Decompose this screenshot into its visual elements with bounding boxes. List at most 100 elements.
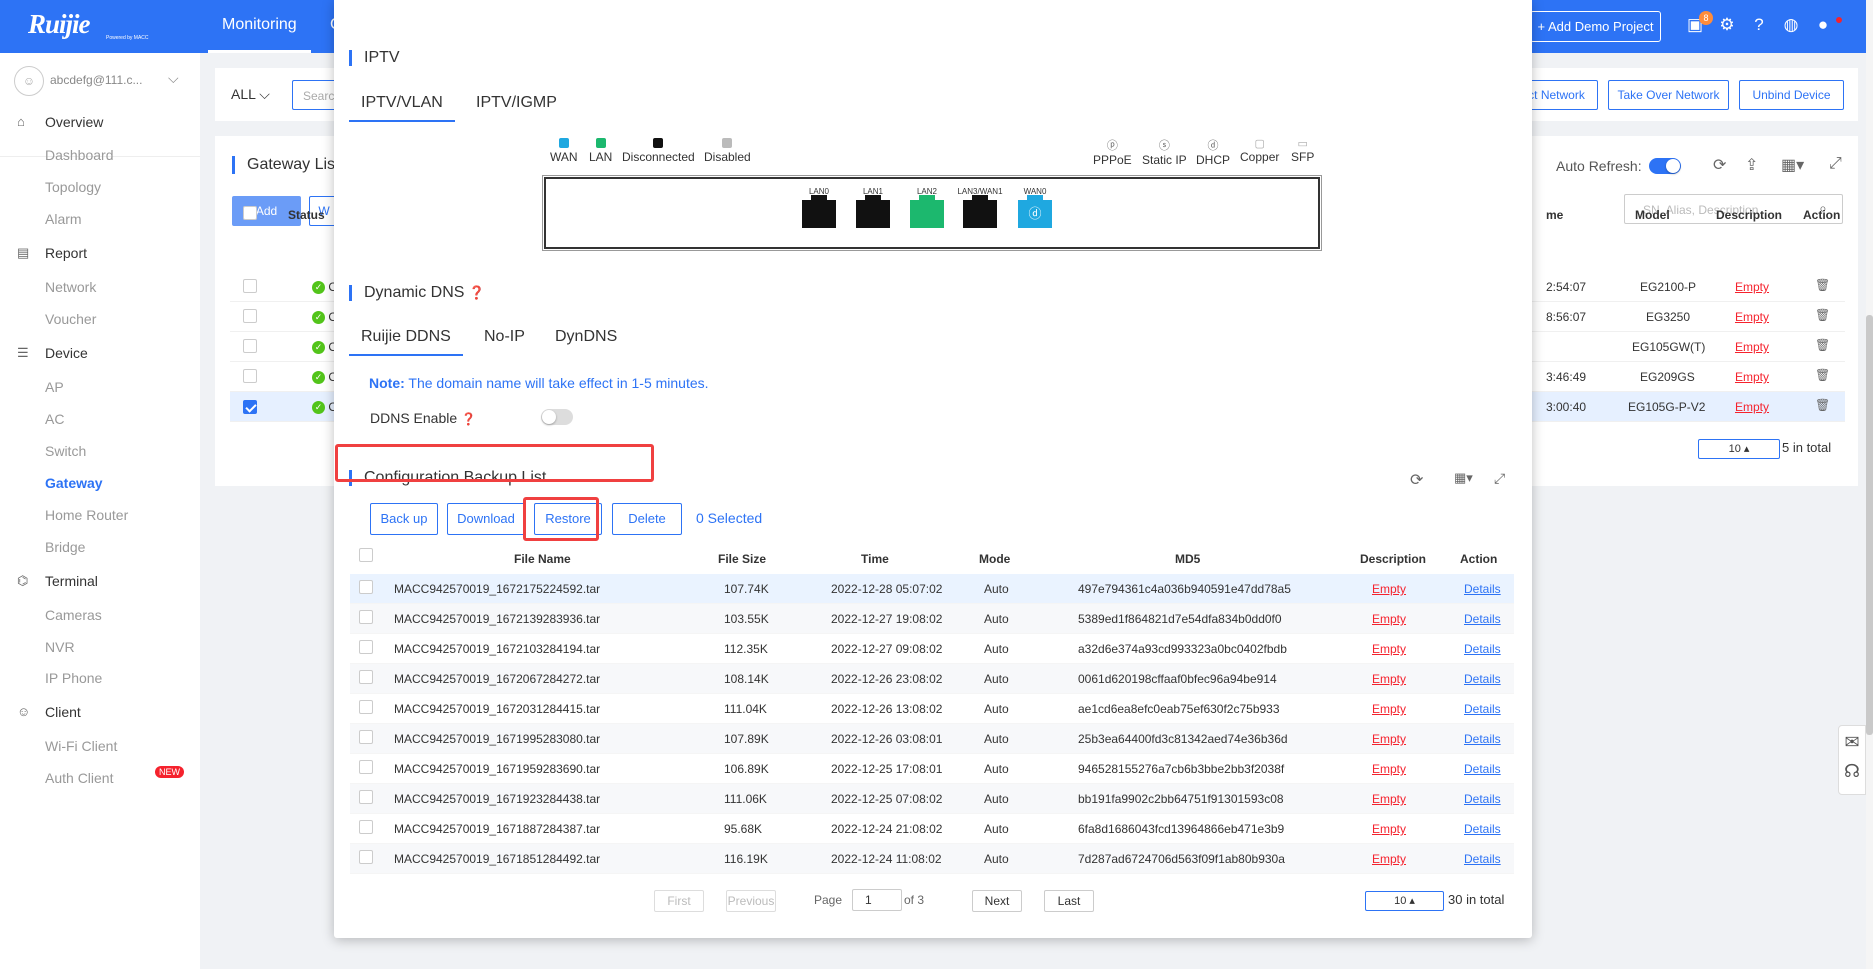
ddns-enable-toggle[interactable] (541, 409, 573, 425)
row-details-link[interactable]: Details (1464, 582, 1501, 596)
sidebar-item-alarm[interactable]: Alarm (45, 211, 82, 227)
sidebar-item-dashboard[interactable]: Dashboard (45, 147, 114, 163)
row-description-link[interactable]: Empty (1372, 762, 1406, 776)
row-description-link[interactable]: Empty (1735, 310, 1769, 324)
filter-all-select[interactable]: ALL ⌵ (231, 86, 270, 103)
sidebar-item-home-router[interactable]: Home Router (45, 507, 128, 523)
sidebar-item-voucher[interactable]: Voucher (45, 311, 96, 327)
tab-iptv-vlan[interactable]: IPTV/VLAN (349, 94, 455, 122)
sidebar-item-nvr[interactable]: NVR (45, 639, 75, 655)
trash-icon[interactable]: 🗑 (1815, 338, 1830, 352)
row-details-link[interactable]: Details (1464, 852, 1501, 866)
tab-iptv-igmp[interactable]: IPTV/IGMP (476, 94, 557, 112)
trash-icon[interactable]: 🗑 (1815, 368, 1830, 382)
table-row[interactable]: MACC942570019_1671887284387.tar 95.68K 202… (350, 814, 1514, 844)
row-details-link[interactable]: Details (1464, 732, 1501, 746)
sidebar-item-ap[interactable]: AP (45, 379, 64, 395)
row-checkbox[interactable] (359, 820, 373, 834)
row-description-link[interactable]: Empty (1735, 370, 1769, 384)
sidebar-item-gateway[interactable]: Gateway (45, 475, 103, 491)
trash-icon[interactable]: 🗑 (1815, 278, 1830, 292)
first-page-button[interactable]: First (654, 890, 704, 912)
sidebar-item-ip-phone[interactable]: IP Phone (45, 670, 102, 686)
row-description-link[interactable]: Empty (1372, 642, 1406, 656)
unbind-device-button[interactable]: Unbind Device (1739, 80, 1844, 110)
tab-no-ip[interactable]: No-IP (484, 328, 525, 346)
row-details-link[interactable]: Details (1464, 612, 1501, 626)
row-checkbox[interactable] (359, 640, 373, 654)
sidebar-item-ac[interactable]: AC (45, 411, 64, 427)
table-row[interactable]: MACC942570019_1671923284438.tar 111.06K 20… (350, 784, 1514, 814)
user-icon[interactable]: ● (1813, 15, 1833, 35)
chat-icon[interactable]: ✉ (1839, 732, 1865, 753)
column-settings-icon[interactable]: ▦▾ (1454, 470, 1473, 486)
row-details-link[interactable]: Details (1464, 792, 1501, 806)
port-lan1[interactable]: LAN1 (856, 187, 890, 228)
row-checkbox[interactable] (359, 850, 373, 864)
row-details-link[interactable]: Details (1464, 762, 1501, 776)
ruijie-logo[interactable]: Ruijie Powered by MACC (28, 9, 149, 41)
row-checkbox[interactable] (243, 279, 257, 293)
sidebar-item-bridge[interactable]: Bridge (45, 539, 85, 555)
column-settings-icon[interactable]: ▦▾ (1781, 155, 1804, 175)
back-up-button[interactable]: Back up (370, 503, 438, 535)
row-description-link[interactable]: Empty (1735, 340, 1769, 354)
port-lan0[interactable]: LAN0 (802, 187, 836, 228)
share-icon[interactable]: ⇪ (1745, 155, 1758, 175)
row-checkbox[interactable] (243, 399, 257, 414)
sidebar-item-network[interactable]: Network (45, 279, 96, 295)
row-description-link[interactable]: Empty (1372, 702, 1406, 716)
trash-icon[interactable]: 🗑 (1815, 398, 1830, 412)
page-size-select[interactable]: 10 ▴ (1698, 439, 1780, 459)
port-lan2[interactable]: LAN2 (910, 187, 944, 228)
row-details-link[interactable]: Details (1464, 642, 1501, 656)
row-description-link[interactable]: Empty (1372, 672, 1406, 686)
row-description-link[interactable]: Empty (1372, 822, 1406, 836)
fullscreen-icon[interactable]: ⤢ (1494, 470, 1505, 487)
row-details-link[interactable]: Details (1464, 672, 1501, 686)
tab-dyndns[interactable]: DynDNS (555, 328, 617, 346)
take-over-network-button[interactable]: Take Over Network (1608, 80, 1729, 110)
port-wan0[interactable]: WAN0 ⓓ (1018, 187, 1052, 228)
next-page-button[interactable]: Next (972, 890, 1022, 912)
scrollbar-thumb[interactable] (1866, 315, 1873, 735)
row-checkbox[interactable] (359, 580, 373, 594)
table-row[interactable]: MACC942570019_1672103284194.tar 112.35K 20… (350, 634, 1514, 664)
row-details-link[interactable]: Details (1464, 702, 1501, 716)
table-row[interactable]: MACC942570019_1672067284272.tar 108.14K 20… (350, 664, 1514, 694)
sidebar-group-overview[interactable]: ⌂ Overview (17, 114, 103, 130)
sidebar-group-device[interactable]: ☰ Device (17, 345, 88, 361)
gear-icon[interactable]: ⚙ (1717, 15, 1737, 35)
row-description-link[interactable]: Empty (1372, 732, 1406, 746)
select-all-checkbox[interactable] (359, 548, 373, 562)
row-checkbox[interactable] (243, 339, 257, 353)
row-description-link[interactable]: Empty (1372, 852, 1406, 866)
help-icon[interactable]: ❓ (461, 412, 476, 426)
row-details-link[interactable]: Details (1464, 822, 1501, 836)
sidebar-group-report[interactable]: ▤ Report (17, 245, 87, 261)
fullscreen-icon[interactable]: ⤢ (1829, 155, 1842, 173)
sidebar-item-cameras[interactable]: Cameras (45, 607, 102, 623)
table-row[interactable]: MACC942570019_1671995283080.tar 107.89K 20… (350, 724, 1514, 754)
headset-icon[interactable]: ☊ (1839, 761, 1865, 782)
add-demo-project-button[interactable]: + Add Demo Project (1530, 11, 1661, 42)
row-checkbox[interactable] (359, 730, 373, 744)
table-row[interactable]: MACC942570019_1672031284415.tar 111.04K 20… (350, 694, 1514, 724)
page-number-input[interactable]: 1 (852, 889, 902, 911)
globe-icon[interactable]: ◍ (1781, 15, 1801, 35)
help-icon[interactable]: ❓ (469, 285, 485, 300)
last-page-button[interactable]: Last (1044, 890, 1094, 912)
select-all-checkbox[interactable] (243, 206, 257, 220)
row-checkbox[interactable] (359, 790, 373, 804)
auto-refresh-toggle[interactable] (1649, 158, 1681, 174)
table-row[interactable]: MACC942570019_1671851284492.tar 116.19K 20… (350, 844, 1514, 874)
row-description-link[interactable]: Empty (1735, 280, 1769, 294)
refresh-icon[interactable]: ⟳ (1713, 155, 1726, 175)
row-checkbox[interactable] (243, 369, 257, 383)
sidebar-item-auth-client[interactable]: Auth Client NEW (45, 766, 184, 786)
row-checkbox[interactable] (359, 760, 373, 774)
sidebar-item-topology[interactable]: Topology (45, 179, 101, 195)
table-row[interactable]: MACC942570019_1672139283936.tar 103.55K 20… (350, 604, 1514, 634)
trash-icon[interactable]: 🗑 (1815, 308, 1830, 322)
nav-monitoring[interactable]: Monitoring (208, 0, 311, 53)
